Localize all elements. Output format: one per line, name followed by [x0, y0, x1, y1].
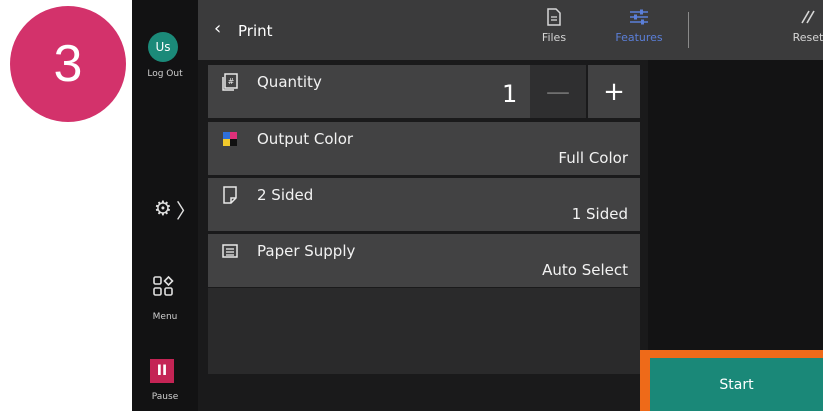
sliders-icon: [630, 9, 648, 25]
pause-label: Pause: [151, 392, 179, 402]
quantity-increment-button[interactable]: +: [588, 65, 640, 118]
svg-text:#: #: [228, 77, 235, 86]
output-color-row[interactable]: Output Color Full Color: [208, 122, 640, 175]
output-color-value: Full Color: [558, 149, 628, 167]
gear-icon[interactable]: ⚙: [154, 196, 172, 220]
left-rail: Us Log Out ⚙ 〉 Menu II Pause: [132, 0, 198, 411]
page-icon: [223, 186, 237, 204]
two-sided-label: 2 Sided: [257, 186, 314, 204]
files-label: Files: [541, 31, 567, 44]
features-tab[interactable]: Features: [610, 8, 668, 44]
step-number-badge: 3: [10, 6, 126, 122]
log-out-label[interactable]: Log Out: [132, 69, 198, 79]
paper-supply-label: Paper Supply: [257, 242, 356, 260]
file-icon: [547, 8, 561, 26]
two-sided-row[interactable]: 2 Sided 1 Sided: [208, 178, 640, 231]
quantity-label: Quantity: [257, 73, 322, 91]
right-pane: [648, 60, 823, 350]
quantity-row[interactable]: # Quantity 1: [208, 65, 530, 118]
paper-supply-row[interactable]: Paper Supply Auto Select: [208, 234, 640, 287]
paper-supply-value: Auto Select: [542, 261, 628, 279]
start-button[interactable]: Start: [650, 358, 823, 411]
features-label: Features: [615, 31, 663, 44]
user-avatar[interactable]: Us: [148, 32, 178, 62]
chevron-right-icon[interactable]: 〉: [176, 195, 196, 224]
header-divider: [688, 12, 689, 48]
reset-button[interactable]: Reset: [784, 8, 823, 44]
quantity-icon: #: [222, 73, 238, 91]
menu-label: Menu: [152, 312, 178, 322]
menu-icon[interactable]: [152, 275, 174, 297]
page-title: Print: [238, 22, 273, 40]
color-icon: [223, 132, 237, 146]
output-color-label: Output Color: [257, 130, 354, 148]
quantity-value: 1: [502, 80, 518, 108]
files-button[interactable]: Files: [534, 8, 574, 44]
back-icon[interactable]: ‹: [214, 18, 221, 39]
reset-icon: [801, 10, 815, 24]
paper-tray-icon: [222, 244, 238, 258]
top-header: ‹ Print Files Features Reset: [198, 0, 823, 60]
two-sided-value: 1 Sided: [571, 205, 628, 223]
reset-label: Reset: [792, 31, 823, 44]
pause-icon[interactable]: II: [150, 359, 174, 383]
printer-screen: Us Log Out ⚙ 〉 Menu II Pause ‹ Print Fil…: [132, 0, 823, 411]
empty-list-area: [208, 288, 640, 374]
quantity-decrement-button[interactable]: —: [530, 65, 586, 118]
